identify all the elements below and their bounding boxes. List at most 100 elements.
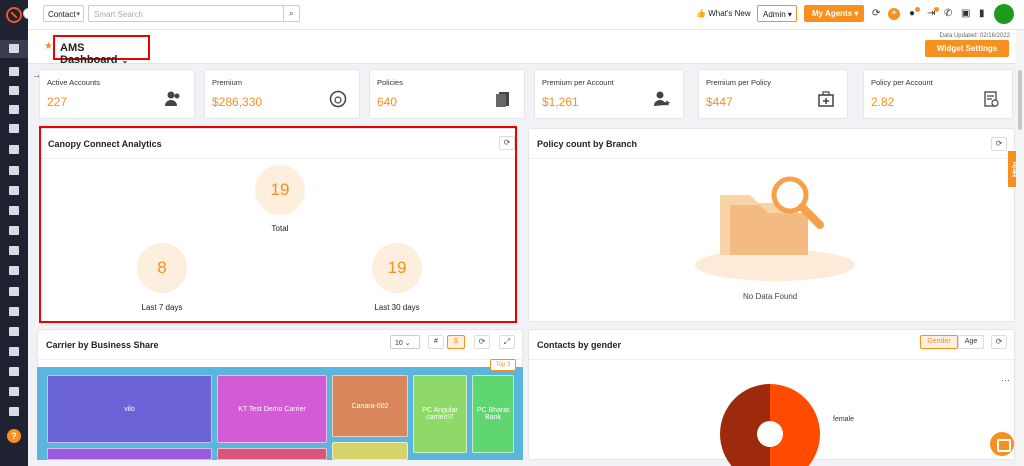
treemap-tile[interactable]: KT Test Demo Carrier (217, 375, 327, 443)
whats-new-link[interactable]: 👍 What's New (696, 9, 751, 18)
add-icon[interactable]: + (888, 8, 900, 20)
phone-icon[interactable]: ✆ (944, 8, 952, 20)
dashboard-selector[interactable]: AMS Dashboard ⌄ (53, 35, 150, 66)
chip-icon[interactable]: ▣ (961, 8, 970, 20)
kpi-value: 640 (377, 95, 398, 109)
page-size-select[interactable]: 10 ⌄ (390, 335, 420, 349)
contacts-icon[interactable] (9, 67, 19, 76)
kpi-value: $286,330 (212, 95, 263, 109)
dashboard-icon[interactable] (9, 44, 19, 53)
sidebar: ? (0, 0, 28, 466)
filter-icon[interactable] (9, 166, 19, 175)
expand-icon[interactable]: ⤢ (499, 335, 515, 349)
mail-icon[interactable] (9, 327, 19, 336)
chat-icon[interactable] (990, 432, 1014, 456)
entity-select-value: Contact (48, 10, 76, 19)
tab-age[interactable]: Age (958, 335, 984, 349)
widget-settings-button[interactable]: Widget Settings (925, 40, 1009, 57)
tasks-icon[interactable] (9, 226, 19, 235)
highlight-box (39, 126, 517, 323)
note-icon[interactable] (9, 307, 19, 316)
user-star-icon (654, 91, 670, 106)
kpi-premium[interactable]: Premium $286,330 (204, 69, 360, 119)
kpi-policies[interactable]: Policies 640 (369, 69, 525, 119)
refresh-icon[interactable]: ⟳ (474, 335, 490, 349)
card-title: Contacts by gender (537, 340, 622, 350)
page-scrollbar[interactable] (1016, 30, 1024, 466)
treemap-tile[interactable] (47, 448, 212, 460)
refresh-icon[interactable]: ⟳ (991, 335, 1007, 349)
treemap-tile[interactable]: PC Angular carrier07 (413, 375, 467, 453)
refresh-icon[interactable]: ⟳ (991, 137, 1007, 151)
kpi-active-accounts[interactable]: Active Accounts 227 (39, 69, 195, 119)
chevron-down-icon: ▾ (787, 10, 792, 19)
list-icon[interactable] (9, 124, 19, 133)
files-icon[interactable] (9, 287, 19, 296)
entity-select[interactable]: Contact ▾ (43, 5, 84, 22)
divider (38, 359, 522, 360)
card-title: Policy count by Branch (537, 139, 638, 149)
search-icon[interactable]: ⌕ (283, 5, 300, 22)
help-icon[interactable]: ? (7, 429, 21, 443)
amount-toggle[interactable]: $ (447, 335, 465, 349)
chart-icon[interactable] (9, 387, 19, 396)
document-icon[interactable] (9, 206, 19, 215)
whats-new-label: What's New (708, 9, 751, 18)
divider (529, 158, 1014, 159)
treemap-tile[interactable] (332, 442, 408, 460)
count-toggle[interactable]: # (428, 335, 444, 349)
reports-icon[interactable] (9, 266, 19, 275)
no-data-text: No Data Found (743, 292, 798, 301)
chevron-down-icon: ⌄ (121, 56, 129, 65)
policy-doc-icon (984, 91, 999, 107)
user-avatar[interactable] (994, 4, 1014, 24)
kpi-premium-per-account[interactable]: Premium per Account $1,261 (534, 69, 684, 119)
documents-icon (496, 92, 509, 107)
star-icon[interactable]: ★ (44, 41, 53, 52)
page-title: AMS Dashboard (60, 42, 118, 66)
kpi-value: 2.82 (871, 95, 895, 109)
folder-icon[interactable] (9, 246, 19, 255)
chevron-down-icon: ▾ (76, 11, 80, 18)
top-badge[interactable]: Top 3 (490, 359, 516, 371)
page-size-value: 10 (395, 340, 403, 347)
my-agents-label: My Agents (812, 9, 853, 18)
card-title: Carrier by Business Share (46, 340, 159, 350)
accounts-icon[interactable] (9, 86, 19, 95)
top-bar: Contact ▾ Smart Search ⌕ 👍 What's New Adm… (28, 0, 1024, 30)
calendar-icon[interactable] (9, 145, 19, 154)
refresh-icon[interactable]: ⟳ (872, 8, 880, 20)
chevron-down-icon: ⌄ (404, 340, 411, 347)
kpi-premium-per-policy[interactable]: Premium per Policy $447 (698, 69, 848, 119)
carrier-treemap: vilo KT Test Demo Carrier Canara-002 PC … (37, 367, 523, 460)
alert-dot (934, 7, 939, 12)
kpi-policy-per-account[interactable]: Policy per Account 2.82 (863, 69, 1013, 119)
settings-icon[interactable] (9, 407, 19, 416)
brand-logo[interactable] (6, 7, 22, 23)
users-icon (165, 91, 180, 106)
role-select[interactable]: Admin ▾ (757, 5, 797, 22)
more-options-icon[interactable]: ⋯ (1001, 375, 1010, 386)
kpi-label: Premium (212, 78, 243, 87)
piggy-icon (329, 90, 347, 108)
scrollbar-thumb[interactable] (1018, 70, 1022, 130)
no-data-illustration (695, 176, 855, 281)
treemap-tile[interactable] (217, 448, 327, 460)
kpi-value: $1,261 (542, 95, 579, 109)
tab-gender[interactable]: Gender (920, 335, 958, 349)
treemap-tile[interactable]: vilo (47, 375, 212, 443)
my-agents-button[interactable]: My Agents ▾ (804, 5, 864, 22)
bank-icon[interactable] (9, 105, 19, 114)
dollar-icon[interactable] (9, 367, 19, 376)
notification-dot (915, 7, 920, 12)
megaphone-icon[interactable] (9, 186, 19, 195)
search-input[interactable]: Smart Search (88, 5, 284, 22)
kpi-label: Premium per Policy (706, 78, 772, 87)
kpi-label: Premium per Account (542, 78, 614, 87)
treemap-tile[interactable]: Canara-002 (332, 375, 408, 437)
mobile-icon[interactable]: ▮ (979, 8, 985, 20)
handshake-icon[interactable] (9, 347, 19, 356)
treemap-tile[interactable]: PC Bharat Bank (472, 375, 514, 453)
data-updated-text: Data Updated: 02/16/2022 (939, 33, 1010, 39)
kpi-label: Policy per Account (871, 78, 933, 87)
